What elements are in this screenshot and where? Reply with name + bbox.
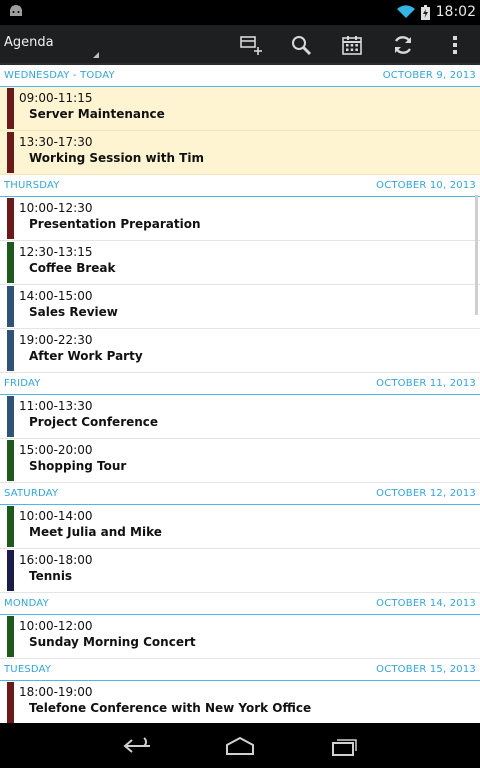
event-title: Coffee Break — [29, 261, 116, 275]
recent-apps-button[interactable] — [323, 733, 363, 759]
event-title: Meet Julia and Mike — [29, 525, 162, 539]
battery-icon — [420, 4, 430, 20]
event-item[interactable]: 14:00-15:00 Sales Review — [0, 285, 480, 329]
wifi-icon — [396, 5, 415, 19]
event-time: 14:00-15:00 — [19, 289, 93, 303]
event-item[interactable]: 19:00-22:30 After Work Party — [0, 329, 480, 373]
status-bar: 18:02 — [0, 0, 480, 25]
navigation-bar — [0, 723, 480, 768]
day-name: MONDAY — [4, 598, 49, 609]
day-date: OCTOBER 12, 2013 — [376, 488, 476, 499]
status-clock: 18:02 — [435, 4, 476, 20]
back-button[interactable] — [118, 733, 158, 759]
event-item[interactable]: 10:00-12:00 Sunday Morning Concert — [0, 615, 480, 659]
event-color-bar — [7, 396, 14, 437]
event-title: Sales Review — [29, 305, 118, 319]
new-event-icon — [240, 36, 262, 55]
search-button[interactable] — [286, 30, 316, 60]
event-title: Telefone Conference with New York Office — [29, 701, 312, 715]
event-time: 15:00-20:00 — [19, 443, 93, 457]
event-item[interactable]: 10:00-12:30 Presentation Preparation — [0, 197, 480, 241]
day-header: MONDAY OCTOBER 14, 2013 — [0, 593, 480, 615]
event-title: After Work Party — [29, 349, 143, 363]
refresh-icon — [394, 36, 412, 54]
event-time: 12:30-13:15 — [19, 245, 93, 259]
event-title: Server Maintenance — [29, 107, 165, 121]
home-icon — [226, 736, 254, 755]
day-date: OCTOBER 14, 2013 — [376, 598, 476, 609]
event-time: 16:00-18:00 — [19, 553, 93, 567]
event-title: Presentation Preparation — [29, 217, 201, 231]
event-time: 09:00-11:15 — [19, 91, 93, 105]
recent-apps-icon — [332, 739, 357, 756]
event-time: 19:00-22:30 — [19, 333, 93, 347]
event-color-bar — [7, 550, 14, 591]
event-color-bar — [7, 440, 14, 481]
event-title: Sunday Morning Concert — [29, 635, 196, 649]
search-icon — [292, 36, 312, 56]
event-color-bar — [7, 198, 14, 239]
overflow-menu-button[interactable] — [440, 30, 470, 60]
day-name: WEDNESDAY - TODAY — [4, 70, 115, 81]
day-date: OCTOBER 15, 2013 — [376, 664, 476, 675]
event-time: 10:00-14:00 — [19, 509, 93, 523]
day-header: THURSDAY OCTOBER 10, 2013 — [0, 175, 480, 197]
day-name: THURSDAY — [4, 180, 60, 191]
scrollbar[interactable] — [475, 195, 478, 315]
refresh-button[interactable] — [388, 30, 418, 60]
day-header: WEDNESDAY - TODAY OCTOBER 9, 2013 — [0, 65, 480, 87]
event-color-bar — [7, 330, 14, 371]
event-title: Tennis — [29, 569, 73, 583]
event-color-bar — [7, 132, 14, 173]
day-header: SATURDAY OCTOBER 12, 2013 — [0, 483, 480, 505]
day-name: SATURDAY — [4, 488, 59, 499]
day-name: FRIDAY — [4, 378, 41, 389]
event-color-bar — [7, 88, 14, 129]
day-header: FRIDAY OCTOBER 11, 2013 — [0, 373, 480, 395]
new-event-button[interactable] — [236, 30, 266, 60]
action-bar: Agenda — [0, 25, 480, 65]
event-title: Working Session with Tim — [29, 151, 204, 165]
event-item[interactable]: 15:00-20:00 Shopping Tour — [0, 439, 480, 483]
event-color-bar — [7, 286, 14, 327]
day-header: TUESDAY OCTOBER 15, 2013 — [0, 659, 480, 681]
event-item[interactable]: 12:30-13:15 Coffee Break — [0, 241, 480, 285]
event-item[interactable]: 09:00-11:15 Server Maintenance — [0, 87, 480, 131]
event-color-bar — [7, 682, 14, 723]
event-title: Shopping Tour — [29, 459, 127, 473]
home-button[interactable] — [220, 733, 260, 759]
event-time: 18:00-19:00 — [19, 685, 93, 699]
event-time: 11:00-13:30 — [19, 399, 93, 413]
event-item[interactable]: 16:00-18:00 Tennis — [0, 549, 480, 593]
event-item[interactable]: 11:00-13:30 Project Conference — [0, 395, 480, 439]
view-spinner-label[interactable]: Agenda — [4, 35, 54, 50]
event-item[interactable]: 13:30-17:30 Working Session with Tim — [0, 131, 480, 175]
event-color-bar — [7, 506, 14, 547]
event-time: 10:00-12:30 — [19, 201, 93, 215]
day-date: OCTOBER 11, 2013 — [376, 378, 476, 389]
event-time: 10:00-12:00 — [19, 619, 93, 633]
android-notification-icon — [10, 5, 22, 16]
calendar-icon — [342, 36, 362, 55]
overflow-menu-icon — [453, 36, 457, 54]
agenda-list[interactable]: WEDNESDAY - TODAY OCTOBER 9, 2013 09:00-… — [0, 65, 480, 723]
event-color-bar — [7, 242, 14, 283]
event-time: 13:30-17:30 — [19, 135, 93, 149]
day-name: TUESDAY — [4, 664, 52, 675]
goto-date-button[interactable] — [337, 30, 367, 60]
back-icon — [123, 737, 150, 753]
spinner-indicator-icon[interactable] — [93, 52, 99, 58]
event-item[interactable]: 18:00-19:00 Telefone Conference with New… — [0, 681, 480, 723]
event-item[interactable]: 10:00-14:00 Meet Julia and Mike — [0, 505, 480, 549]
day-date: OCTOBER 10, 2013 — [376, 180, 476, 191]
event-color-bar — [7, 616, 14, 657]
event-title: Project Conference — [29, 415, 159, 429]
day-date: OCTOBER 9, 2013 — [382, 70, 476, 81]
